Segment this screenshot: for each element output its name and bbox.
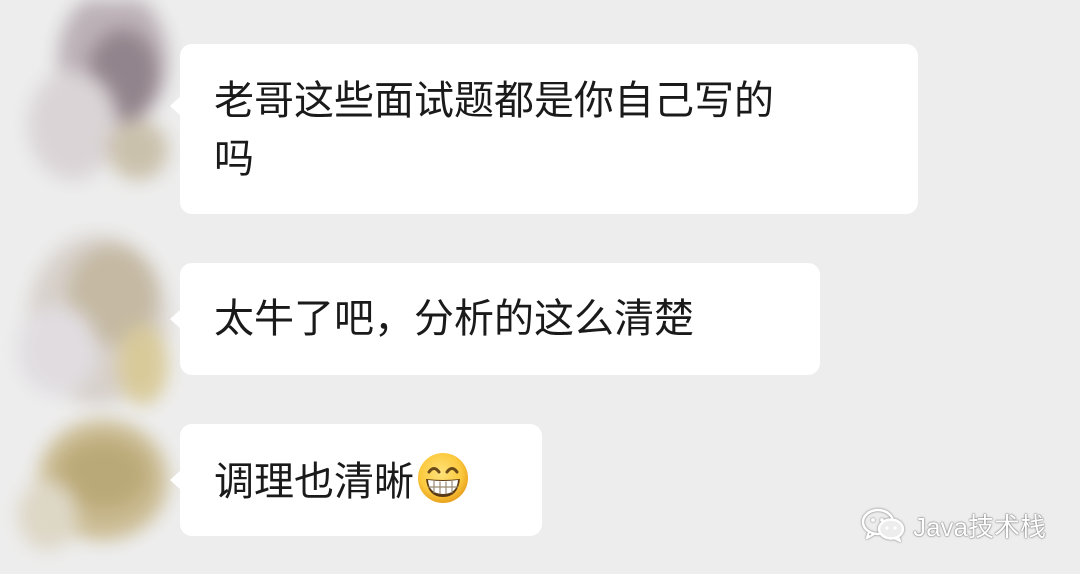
chat-area: 老哥这些面试题都是你自己写的 吗 太牛了吧，分析的这么清楚 调理也清晰 Java… <box>0 0 1080 574</box>
watermark-text: Java技术栈 <box>913 511 1046 542</box>
wechat-icon <box>861 508 905 543</box>
grinning-face-emoji <box>418 453 468 503</box>
message-text: 太牛了吧，分析的这么清楚 <box>214 296 694 342</box>
message-bubble[interactable]: 太牛了吧，分析的这么清楚 <box>170 263 820 375</box>
message-bubble[interactable]: 调理也清晰 <box>170 424 542 536</box>
message-bubble[interactable]: 老哥这些面试题都是你自己写的 吗 <box>170 44 918 214</box>
message-text-line: 老哥这些面试题都是你自己写的 <box>214 78 774 124</box>
message-text: 调理也清晰 <box>214 459 414 505</box>
avatar[interactable] <box>18 0 168 200</box>
avatar[interactable] <box>18 225 168 410</box>
message-text-line: 吗 <box>214 136 254 182</box>
watermark: Java技术栈 <box>861 507 1046 543</box>
avatar[interactable] <box>18 410 168 560</box>
